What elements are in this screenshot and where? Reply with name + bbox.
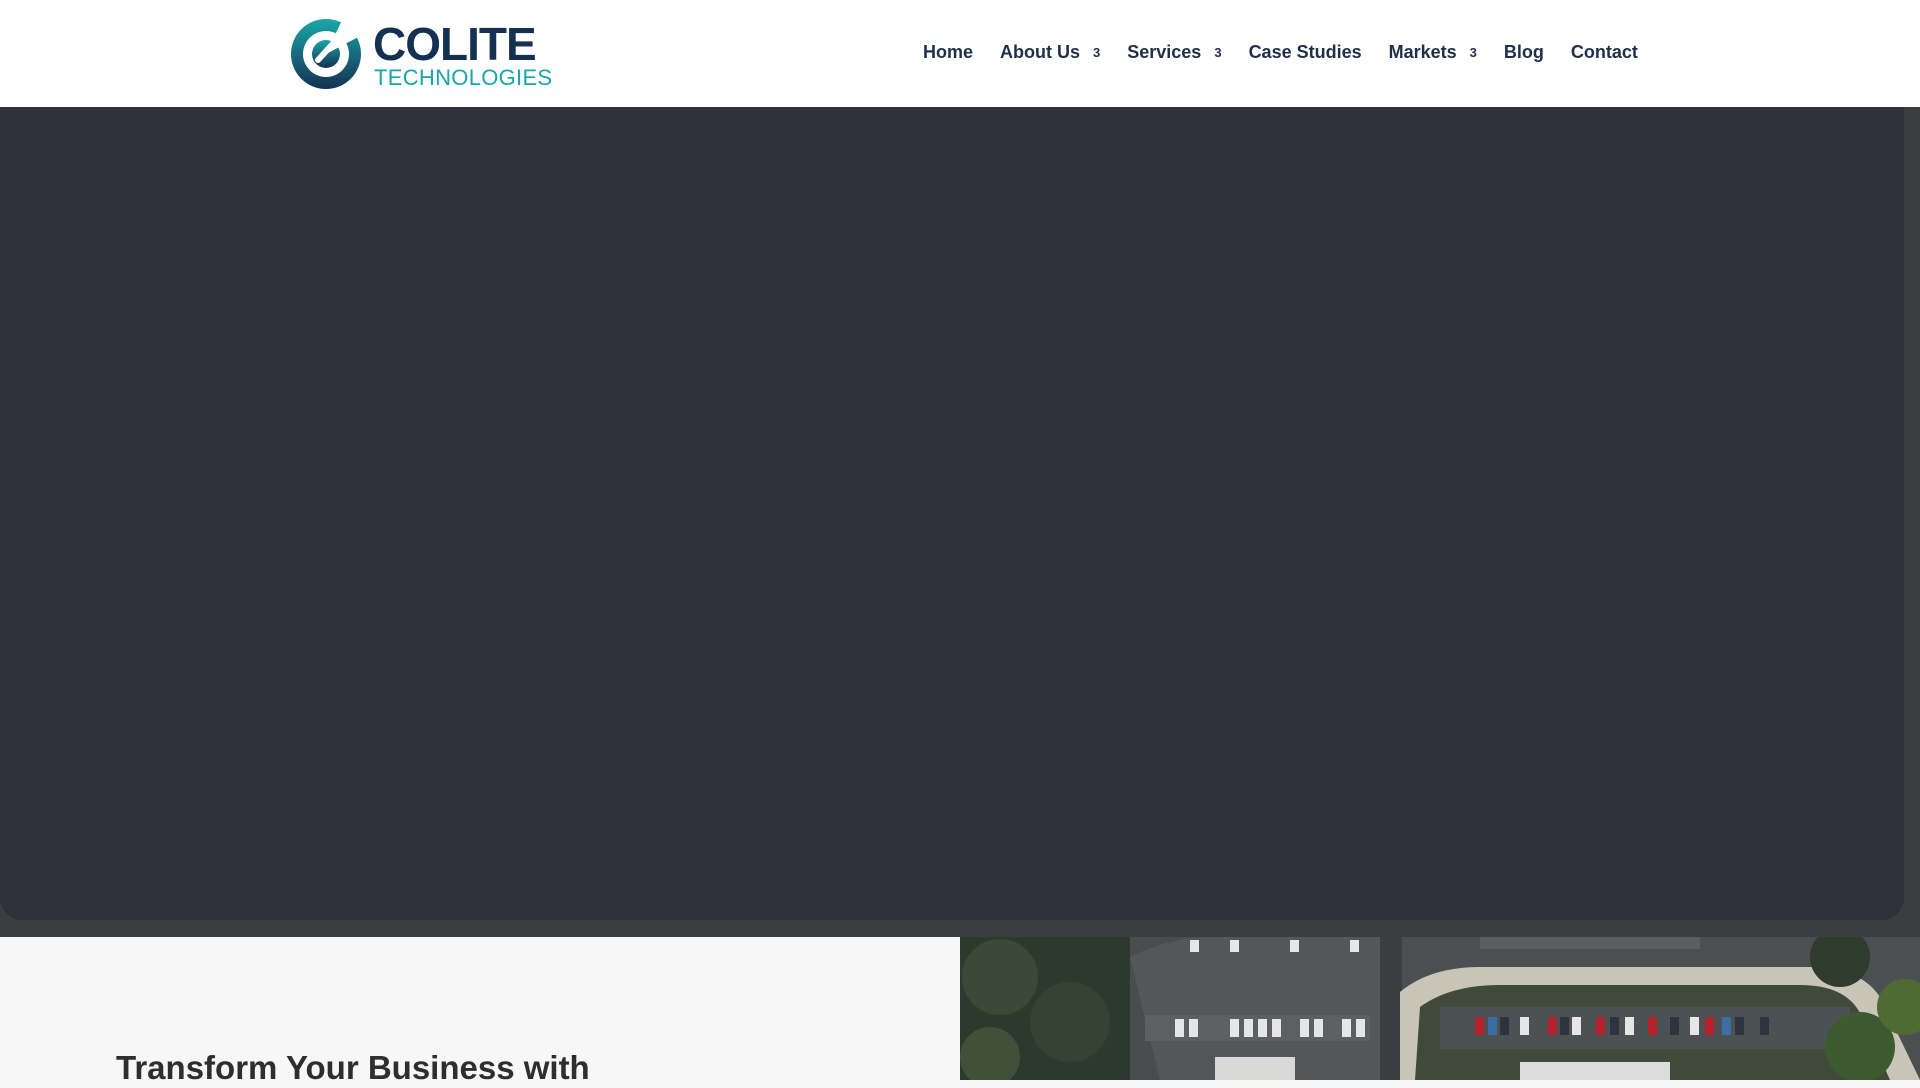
- brand-name: COLITE: [373, 18, 537, 70]
- nav-markets[interactable]: Markets 3: [1389, 42, 1477, 63]
- colite-logo-icon: [291, 16, 364, 89]
- brand-tagline: TECHNOLOGIES: [374, 65, 553, 90]
- chevron-down-icon[interactable]: 3: [1214, 45, 1221, 60]
- nav-about-us-label: About Us: [1000, 42, 1081, 62]
- nav-contact[interactable]: Contact: [1571, 42, 1638, 63]
- intro-heading: Transform Your Business with: [116, 1049, 590, 1086]
- main-nav: Home About Us 3 Services 3 Case Studies …: [923, 42, 1638, 63]
- nav-case-studies-label: Case Studies: [1248, 42, 1362, 62]
- nav-contact-label: Contact: [1570, 42, 1638, 62]
- aerial-photo: [960, 937, 1920, 1080]
- nav-case-studies[interactable]: Case Studies: [1249, 42, 1362, 63]
- nav-home-label: Home: [923, 42, 974, 62]
- nav-services[interactable]: Services 3: [1127, 42, 1221, 63]
- nav-about-us[interactable]: About Us 3: [1000, 42, 1100, 63]
- aerial-parking-image: [960, 937, 1920, 1080]
- nav-blog-label: Blog: [1503, 42, 1544, 62]
- site-header: COLITE TECHNOLOGIES Home About Us 3 Serv…: [0, 0, 1920, 107]
- nav-home[interactable]: Home: [923, 42, 973, 63]
- colite-logo[interactable]: COLITE TECHNOLOGIES: [288, 16, 558, 92]
- chevron-down-icon[interactable]: 3: [1470, 45, 1477, 60]
- nav-blog[interactable]: Blog: [1504, 42, 1544, 63]
- chevron-down-icon[interactable]: 3: [1093, 45, 1100, 60]
- hero-video[interactable]: [0, 107, 1904, 920]
- nav-markets-label: Markets: [1388, 42, 1457, 62]
- nav-services-label: Services: [1127, 42, 1202, 62]
